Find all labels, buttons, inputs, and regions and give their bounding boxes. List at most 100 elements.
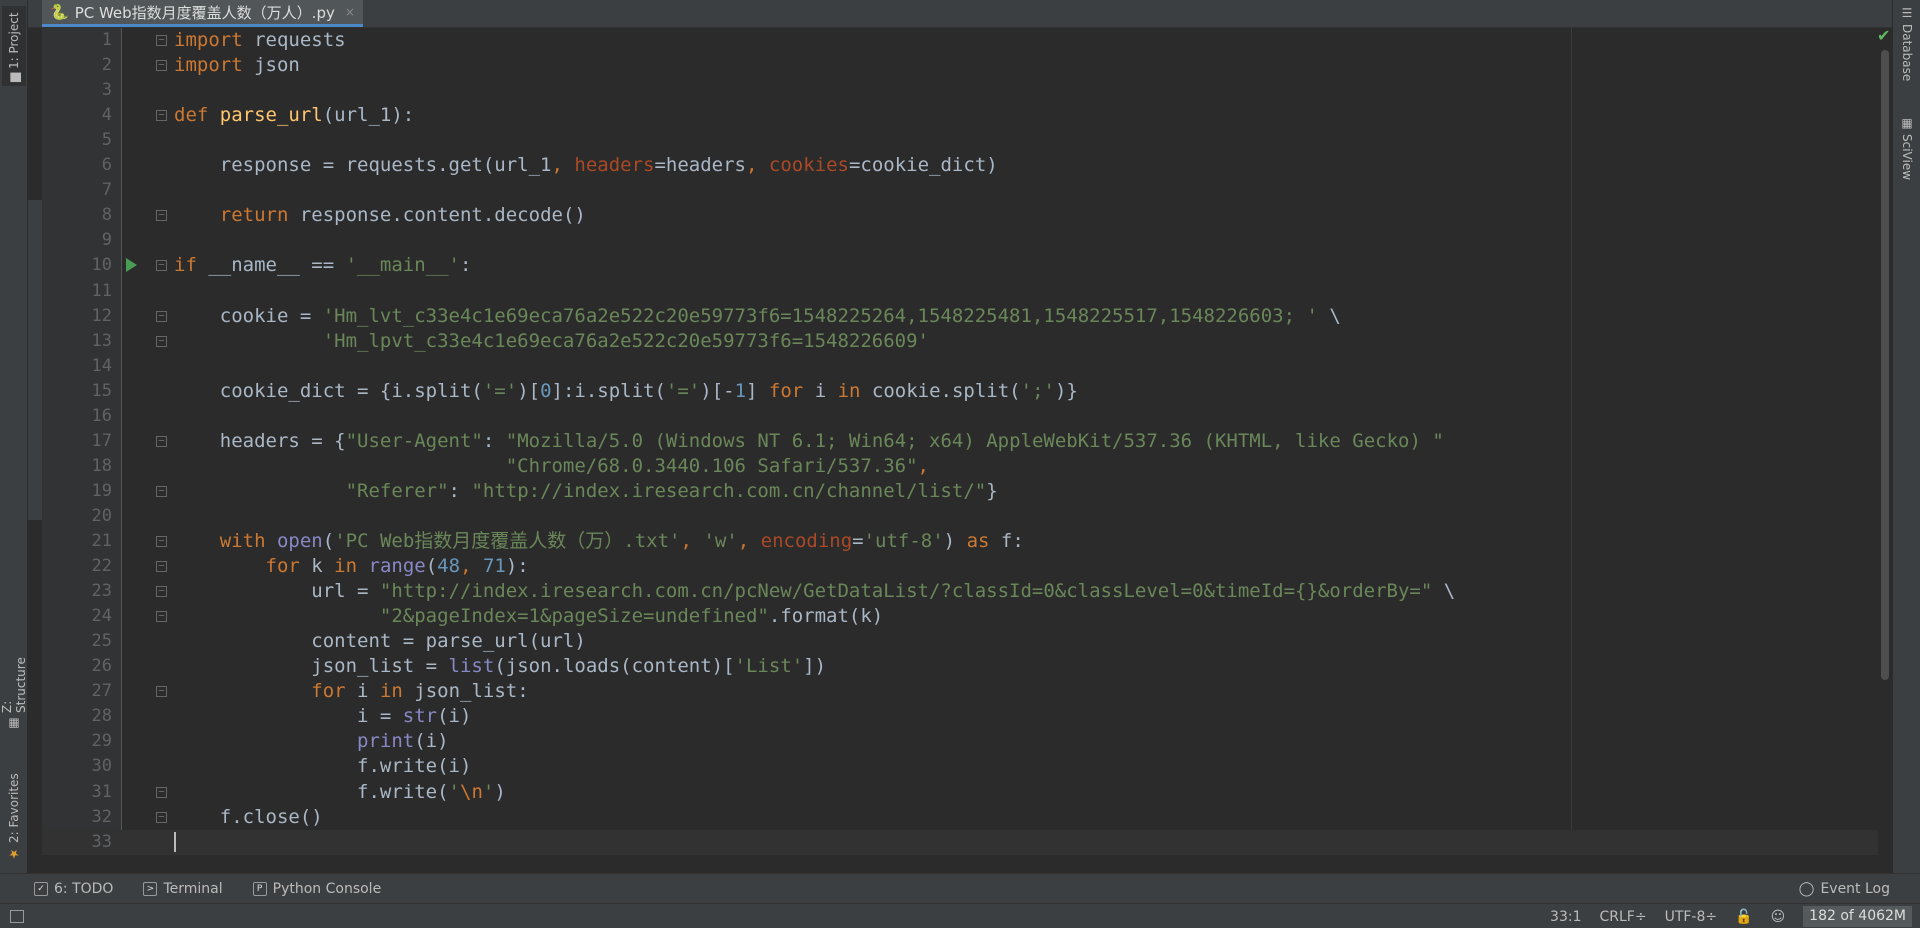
file-encoding[interactable]: UTF-8÷ [1665,909,1718,925]
structure-tool-tab[interactable]: ▦ Z: Structure [0,640,28,735]
line-number: 1 [101,30,112,50]
code-line[interactable]: 19 – "Referer": "http://index.iresearch.c… [42,479,1878,504]
panel-toggle-icon[interactable] [10,910,24,923]
python-console-button[interactable]: P Python Console [243,874,392,903]
fold-icon[interactable]: – [156,561,167,573]
fold-icon[interactable]: – [156,310,167,322]
line-number: 14 [91,355,112,376]
editor-tab-title: PC Web指数月度覆盖人数（万人）.py [74,3,335,22]
code-line[interactable]: 25 content = parse_url(url) [42,629,1878,654]
code-text: print(i) [357,730,449,753]
code-line[interactable]: 17 – headers = {"User-Agent": "Mozilla/5.… [42,429,1878,454]
line-number: 31 [91,781,112,802]
fold-icon[interactable]: – [156,811,167,823]
code-line[interactable]: 5 [42,128,1878,153]
code-line[interactable]: 20 [42,504,1878,529]
fold-icon[interactable]: – [156,60,167,72]
code-line[interactable]: 27 – for i in json_list: [42,679,1878,704]
run-icon[interactable] [126,258,137,273]
line-number: 33 [91,831,112,852]
code-line[interactable]: 33 [42,829,1878,855]
line-number: 28 [91,706,112,727]
fold-icon[interactable]: – [156,686,167,698]
lock-icon[interactable]: 🔓 [1735,909,1752,925]
code-line[interactable]: 7 [42,178,1878,203]
code-text: url = "http://index.iresearch.com.cn/pcN… [174,580,1456,603]
code-line[interactable]: 23 – url = "http://index.iresearch.com.cn… [42,579,1878,604]
code-line[interactable]: 4 – def parse_url(url_1): [42,103,1878,128]
todo-button[interactable]: ✓ 6: TODO [24,874,123,903]
database-tool-tab[interactable]: ☰ Database [1895,6,1919,86]
fold-icon[interactable]: – [156,611,167,623]
code-line[interactable]: 9 [42,228,1878,253]
sciview-tool-tab[interactable]: ▦ SciView [1895,116,1919,196]
terminal-button[interactable]: > Terminal [133,874,232,903]
fold-icon[interactable]: – [156,335,167,347]
line-number: 3 [101,80,112,101]
line-number: 17 [91,430,112,451]
code-text: headers = {"User-Agent": "Mozilla/5.0 (W… [174,429,1444,452]
fold-icon[interactable]: – [156,536,167,547]
status-right: 33:1 CRLF÷ UTF-8÷ 🔓 ☺ 182 of 4062M [1550,904,1912,928]
code-line[interactable]: 26 json_list = list(json.loads(content)[… [42,654,1878,679]
code-line[interactable]: 8 – return response.content.decode() [42,203,1878,228]
code-line[interactable]: 21 – with open('PC Web指数月度覆盖人数（万）.txt', '… [42,529,1878,554]
line-number: 4 [101,105,112,126]
code-line[interactable]: 29 print(i) [42,729,1878,754]
code-line[interactable]: 18 "Chrome/68.0.3440.106 Safari/537.36", [42,454,1878,479]
favorites-tool-tab[interactable]: ★ 2: Favorites [2,765,26,865]
fold-icon[interactable]: – [156,35,167,46]
editor-tab-file[interactable]: 🐍 PC Web指数月度覆盖人数（万人）.py × [42,0,363,27]
scrollbar-thumb[interactable] [1881,50,1889,680]
code-line[interactable]: 24 – "2&pageIndex=1&pageSize=undefined".f… [42,604,1878,629]
line-number: 18 [91,455,112,476]
event-log-button[interactable]: ◯ Event Log [1799,874,1890,904]
code-line[interactable]: 31 – f.write('\n') [42,780,1878,805]
code-line[interactable]: 6 response = requests.get(url_1, headers… [42,153,1878,178]
code-line[interactable]: 16 [42,404,1878,429]
code-line[interactable]: 14 [42,354,1878,379]
code-lines: 1– import requests 2– import json 3 4– def par… [42,28,1878,855]
python-file-icon: 🐍 [50,3,69,21]
code-line[interactable]: 3 [42,78,1878,103]
code-line[interactable]: 15 cookie_dict = {i.split('=')[0]:i.spli… [42,379,1878,404]
line-number: 29 [91,731,112,752]
fold-icon[interactable]: – [156,210,167,222]
line-number: 9 [101,230,112,251]
line-number: 30 [91,756,112,777]
caret-position[interactable]: 33:1 [1550,909,1581,925]
line-number: 25 [91,631,112,652]
folder-icon: ▆ [7,72,21,82]
fold-icon[interactable]: – [156,586,167,598]
fold-icon[interactable]: – [156,260,167,272]
code-line[interactable]: 1 – import requests [42,28,1878,53]
code-line[interactable]: 10 – if __name__ == '__main__': [42,253,1878,278]
code-text: import requests [174,29,346,51]
close-icon[interactable]: × [345,5,355,19]
right-tool-strip: ☰ Database ▦ SciView [1892,0,1920,880]
code-line[interactable]: 2 – import json [42,53,1878,78]
fold-icon[interactable]: – [156,110,167,122]
editor-tab-bar: 🐍 PC Web指数月度覆盖人数（万人）.py × [28,0,1892,28]
fold-icon[interactable]: – [156,435,167,447]
line-separator[interactable]: CRLF÷ [1599,909,1646,925]
code-line[interactable]: 30 f.write(i) [42,754,1878,779]
code-line[interactable]: 22 – for k in range(48, 71): [42,554,1878,579]
memory-indicator[interactable]: 182 of 4062M [1803,906,1912,927]
code-line[interactable]: 32 – f.close() [42,805,1878,830]
code-line[interactable]: 12 – cookie = 'Hm_lvt_c33e4c1e69eca76a2e5… [42,304,1878,329]
fold-icon[interactable]: – [156,485,167,497]
code-text: i = str(i) [174,705,472,728]
code-line[interactable]: 11 [42,279,1878,304]
line-number: 23 [91,581,112,602]
line-number: 32 [91,806,112,827]
code-line[interactable]: 28 i = str(i) [42,704,1878,729]
code-text: if __name__ == '__main__': [174,254,472,277]
code-line[interactable]: 13 – 'Hm_lpvt_c33e4c1e69eca76a2e522c20e59… [42,329,1878,354]
project-tool-tab[interactable]: ▆ 1: Project [2,6,26,86]
inspector-icon[interactable]: ☺ [1771,909,1786,925]
fold-icon[interactable]: – [156,786,167,798]
structure-tab-label: Z: Structure [0,657,28,713]
line-number: 8 [101,205,112,226]
python-console-label: Python Console [272,880,382,897]
